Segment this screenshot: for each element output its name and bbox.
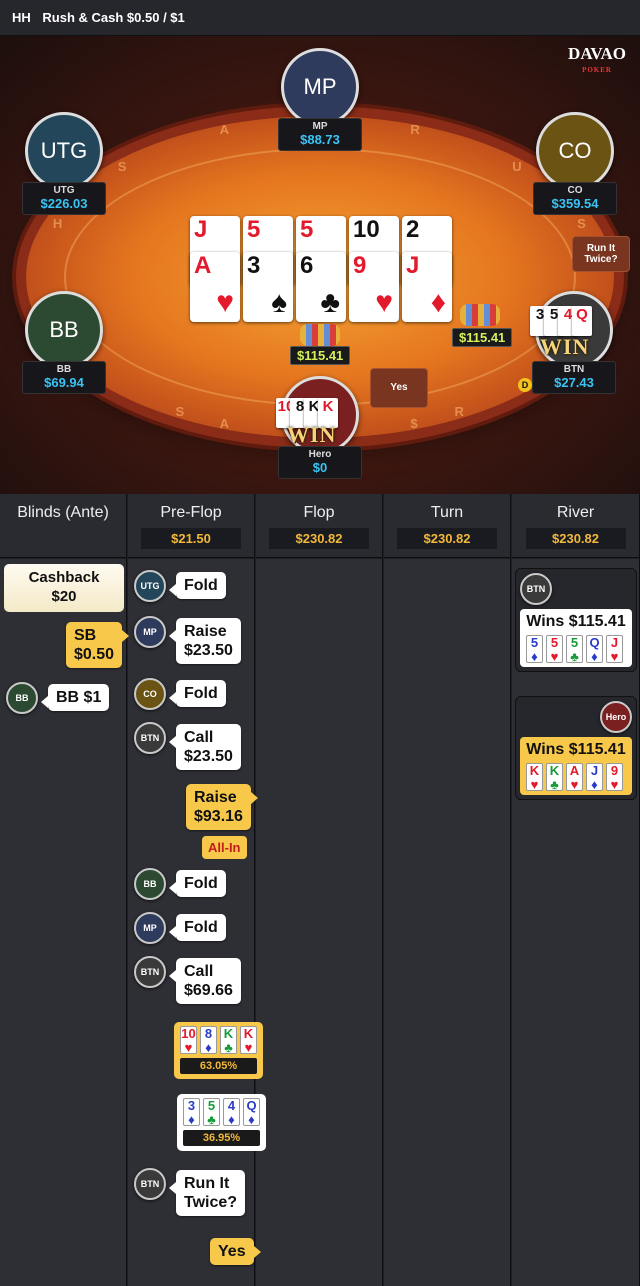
rail-letter: R [410, 122, 420, 138]
board-card-run2: 9 ♥ [349, 252, 399, 322]
nameplate-utg: UTG $226.03 [22, 182, 106, 215]
mini-card: 9 ♥ [606, 763, 623, 792]
table-title: Rush & Cash $0.50 / $1 [42, 10, 185, 25]
nameplate-mp: MP $88.73 [278, 118, 362, 151]
action-bubble: Fold [169, 870, 226, 897]
river-btn-badge: BTN [520, 573, 552, 605]
seat-bb[interactable]: BB BB $69.94 [22, 291, 106, 394]
yes-button[interactable]: Yes [370, 368, 428, 408]
rail-letter: H [52, 215, 63, 231]
rail-letter: U [512, 158, 522, 174]
mini-card: J ♦ [586, 763, 603, 792]
action-bubble: Raise $23.50 [169, 618, 241, 664]
hero-equity: 10 ♥ 8 ♦ K ♣ K ♥ 63.05% [174, 1022, 263, 1079]
bb-badge: BB [6, 682, 38, 714]
board-card-run2: 6 ♣ [296, 252, 346, 322]
hero-win-panel: Hero Wins $115.41 K ♥ K ♣ A ♥ J ♦ 9 ♥ [515, 696, 637, 800]
action-badge: UTG [134, 570, 166, 602]
rail-letter: A [219, 122, 229, 138]
action-badge: MP [134, 616, 166, 648]
rail-letter: S [117, 158, 127, 174]
mini-card: 8 ♦ [200, 1026, 217, 1055]
mini-card: 10 ♥ [180, 1026, 197, 1055]
btn-win-panel: BTN Wins $115.41 5 ♦ 5 ♥ 5 ♣ Q ♦ J ♥ [515, 568, 637, 672]
run-it-twice-button[interactable]: Run It Twice? [572, 236, 630, 272]
hero-wins-text: Wins $115.41 [526, 741, 626, 758]
btn-wins-text: Wins $115.41 [526, 613, 626, 630]
allin-badge: All-In [202, 836, 247, 859]
rail-letter: S [577, 215, 586, 231]
nameplate-bb: BB $69.94 [22, 361, 106, 394]
avatar-co: CO [536, 112, 614, 190]
poker-table: HSARUSH$US$AR$ DAVAOPOKER MP MP$88.73 UT… [0, 36, 640, 494]
rail-letter: R [454, 404, 464, 420]
board-card-run2: 3 ♠ [243, 252, 293, 322]
action-badge: MP [134, 912, 166, 944]
avatar-bb: BB [25, 291, 103, 369]
mini-card: 4 ♦ [223, 1098, 240, 1127]
mini-card: K ♣ [220, 1026, 237, 1055]
action-bubble: Run It Twice? [168, 1170, 246, 1216]
mini-card: A ♥ [566, 763, 583, 792]
hero-win-label: WIN [287, 422, 337, 447]
avatar-mp: MP [281, 48, 359, 126]
hh-badge: HH [12, 10, 31, 25]
mini-card: 5 ♣ [203, 1098, 220, 1127]
avatar-utg: UTG [25, 112, 103, 190]
mini-card: 3 ♦ [183, 1098, 200, 1127]
mini-card: Q ♦ [586, 635, 603, 664]
chip-stack-left [300, 324, 340, 346]
dealer-button: D [518, 378, 532, 392]
mini-card: K ♥ [526, 763, 543, 792]
action-bubble: Fold [169, 914, 226, 941]
hole-card: Q [572, 306, 592, 336]
mini-card: K ♥ [240, 1026, 257, 1055]
mini-card: Q ♦ [243, 1098, 260, 1127]
rail-letter: $ [410, 415, 418, 431]
action-bubble: Call $69.66 [169, 958, 241, 1004]
mini-card: 5 ♣ [566, 635, 583, 664]
nameplate-hero: Hero $0 [278, 446, 362, 479]
river-hero-badge: Hero [600, 701, 632, 733]
hero-yes-action: Yes [210, 1238, 261, 1265]
action-bubble: Fold [169, 572, 226, 599]
sb-action: SB $0.50 [66, 622, 130, 668]
nameplate-btn: BTN $27.43 [532, 361, 616, 394]
action-bubble: Call $23.50 [169, 724, 241, 770]
mini-card: K ♣ [546, 763, 563, 792]
cashback-box: Cashback $20 [4, 564, 124, 612]
action-badge: BTN [134, 956, 166, 988]
action-badge: CO [134, 678, 166, 710]
chip-stack-right [460, 304, 500, 326]
seat-utg[interactable]: UTG UTG $226.03 [22, 112, 106, 215]
top-bar: HH Rush & Cash $0.50 / $1 [0, 0, 640, 36]
pot-left: $115.41 [290, 346, 351, 365]
rail-letter: A [219, 415, 229, 431]
board-card-run2: A ♥ [190, 252, 240, 322]
col-turn: Turn $230.82 [384, 494, 511, 1286]
seat-mp[interactable]: MP MP $88.73 [278, 48, 362, 151]
pot-right: $115.41 [452, 328, 513, 347]
board-card-run2: J ♦ [402, 252, 452, 322]
col-flop: Flop $230.82 [256, 494, 383, 1286]
seat-co[interactable]: CO CO $359.54 [533, 112, 617, 215]
hero-raise-action: Raise $93.16 [186, 784, 258, 830]
col-blinds: Blinds (Ante) [0, 494, 127, 1286]
action-badge: BTN [134, 1168, 166, 1200]
btn-equity: 3 ♦ 5 ♣ 4 ♦ Q ♦ 36.95% [177, 1094, 266, 1151]
mini-card: 5 ♥ [546, 635, 563, 664]
bb-action: BB $1 [40, 684, 110, 711]
action-badge: BB [134, 868, 166, 900]
btn-win-label: WIN [540, 334, 590, 359]
hand-history: Blinds (Ante) Pre-Flop $21.50 Flop $230.82… [0, 494, 640, 1286]
rail-letter: S [175, 404, 185, 420]
mini-card: 5 ♦ [526, 635, 543, 664]
mini-card: J ♥ [606, 635, 623, 664]
action-badge: BTN [134, 722, 166, 754]
action-bubble: Fold [169, 680, 226, 707]
davao-logo: DAVAO POKER [568, 44, 626, 74]
nameplate-co: CO $359.54 [533, 182, 617, 215]
